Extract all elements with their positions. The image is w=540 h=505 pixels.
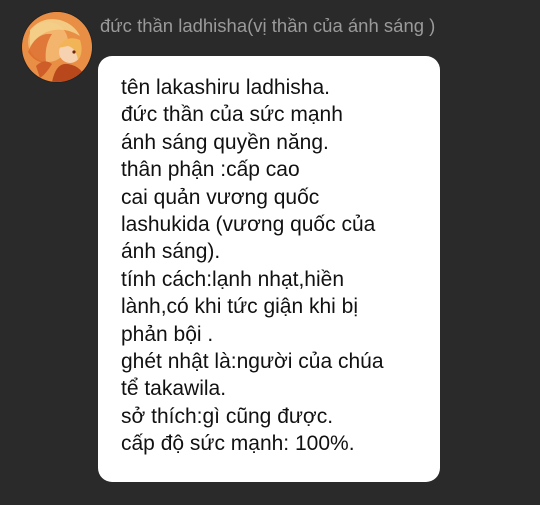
- message-line: tể takawila.: [121, 377, 227, 401]
- message-line: thân phận :cấp cao: [121, 158, 300, 182]
- message-line: ghét nhật là:người của chúa: [121, 350, 384, 374]
- message-line: ánh sáng).: [121, 240, 221, 264]
- message-line: phản bội .: [121, 322, 214, 346]
- message-line: tên lakashiru ladhisha.: [121, 76, 330, 99]
- message-line: lành,có khi tức giận khi bị: [121, 295, 359, 319]
- message-line: đức thần của sức mạnh: [121, 103, 343, 127]
- sender-avatar[interactable]: [22, 12, 92, 82]
- sender-name[interactable]: đức thần ladhisha(vị thần của ánh sáng ): [100, 14, 435, 38]
- message-line: lashukida (vương quốc của: [121, 213, 376, 237]
- message-line: cấp độ sức mạnh: 100%.: [121, 432, 355, 456]
- message-line: sở thích:gì cũng được.: [121, 404, 334, 428]
- message-line: cai quản vương quốc: [121, 185, 320, 209]
- message-line: ánh sáng quyền năng.: [121, 130, 329, 154]
- character-avatar-icon: [22, 12, 92, 82]
- message-line: tính cách:lạnh nhạt,hiền: [121, 267, 345, 291]
- message-bubble[interactable]: tên lakashiru ladhisha. đức thần của sức…: [98, 56, 440, 482]
